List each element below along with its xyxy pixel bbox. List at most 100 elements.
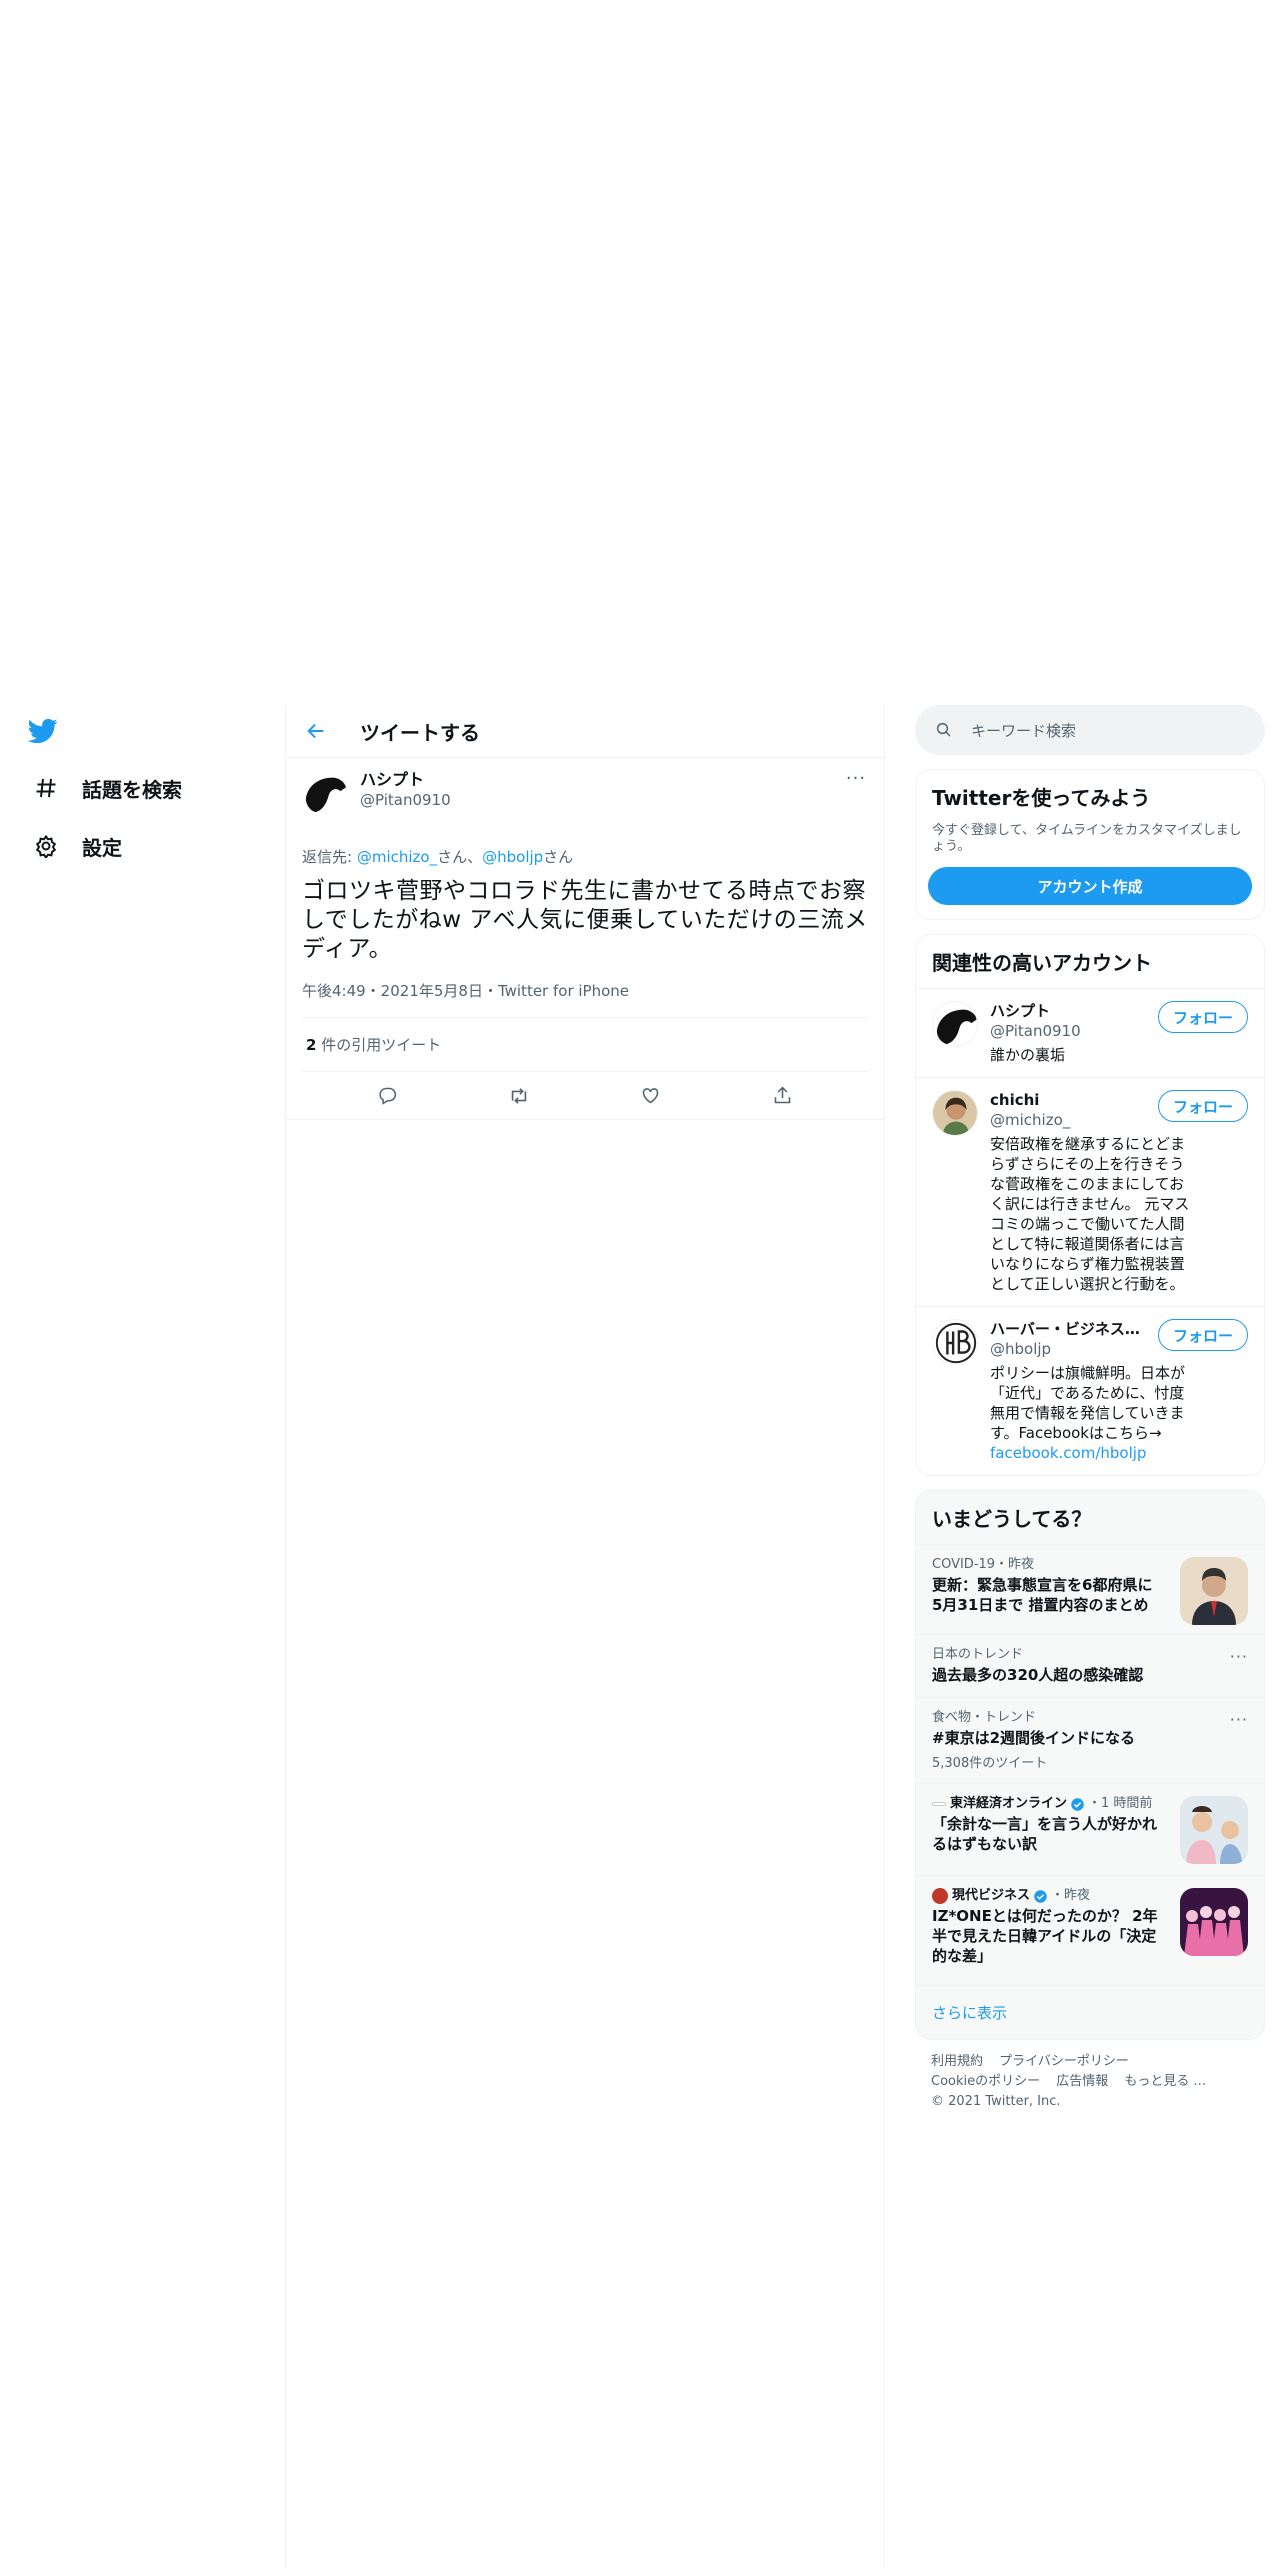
mention-link[interactable]: @michizo_ [357, 848, 437, 866]
toyokeizai-logo-icon [932, 1802, 946, 1806]
page: 話題を検索 設定 ツイートする ハシプト @Pitan0910 ··· 返信先:… [0, 0, 1284, 2568]
search-input[interactable]: キーワード検索 [915, 705, 1265, 755]
account-bio: 安倍政権を継承するにとどまらずさらにその上を行きそうな菅政権をこのままにしておく… [990, 1135, 1190, 1293]
bio-link[interactable]: facebook.com/hboljp [990, 1444, 1146, 1462]
reply-button[interactable] [370, 1078, 406, 1114]
column-header: ツイートする [286, 705, 884, 758]
avatar[interactable] [932, 1090, 978, 1136]
twitter-logo-icon[interactable] [27, 716, 64, 752]
footer-link-more[interactable]: もっと見る ... [1124, 2074, 1206, 2089]
author-handle[interactable]: @Pitan0910 [360, 790, 451, 810]
nav-settings[interactable]: 設定 [32, 822, 122, 870]
account-name: chichi [990, 1091, 1040, 1109]
trend-thumbnail [1180, 1796, 1248, 1864]
follow-button[interactable]: フォロー [1158, 1001, 1248, 1033]
avatar[interactable] [932, 1001, 978, 1047]
follow-button[interactable]: フォロー [1158, 1090, 1248, 1122]
account-bio: ポリシーは旗幟鮮明。日本が「近代」であるために、忖度無用で情報を発信していきます… [990, 1363, 1190, 1463]
tweet-header: ハシプト @Pitan0910 ··· [302, 770, 868, 828]
more-options-icon[interactable]: ··· [1230, 1647, 1248, 1666]
footer: 利用規約 プライバシーポリシー Cookieのポリシー 広告情報 もっと見る .… [915, 2040, 1265, 2124]
mention-link[interactable]: @hboljp [482, 848, 543, 866]
more-options-icon[interactable]: ··· [844, 770, 868, 794]
search-placeholder: キーワード検索 [971, 721, 1077, 740]
footer-link-ads[interactable]: 広告情報 [1056, 2074, 1108, 2089]
retweet-button[interactable] [501, 1078, 537, 1114]
create-account-button[interactable]: アカウント作成 [928, 867, 1252, 905]
copyright: © 2021 Twitter, Inc. [931, 2094, 1061, 2109]
back-button[interactable] [298, 713, 334, 749]
more-options-icon[interactable]: ··· [1230, 1710, 1248, 1729]
relevant-title: 関連性の高いアカウント [932, 951, 1152, 975]
trend-tweet-count: 5,308件のツイート [932, 1756, 1048, 1771]
footer-link-privacy[interactable]: プライバシーポリシー [999, 2054, 1129, 2069]
trend-item[interactable]: COVID-19・昨夜 更新：緊急事態宣言を6都府県に5月31日まで 措置内容の… [916, 1544, 1264, 1634]
nav-explore[interactable]: 話題を検索 [32, 764, 182, 812]
trend-source: 東洋経済オンライン [950, 1796, 1068, 1811]
footer-link-terms[interactable]: 利用規約 [931, 2054, 983, 2069]
relevant-accounts-card: 関連性の高いアカウント ハシプト @Pitan0910 誰かの裏垢 フォロー c… [915, 934, 1265, 1476]
avatar[interactable] [932, 1319, 978, 1365]
tweet-timestamp[interactable]: 午後4:49・2021年5月8日・Twitter for iPhone [302, 980, 868, 1018]
trend-item[interactable]: 食べ物・トレンド #東京は2週間後インドになる 5,308件のツイート ··· [916, 1697, 1264, 1783]
reply-separator: さん [543, 848, 574, 866]
reply-prefix: 返信先: [302, 848, 357, 866]
hashtag-icon [32, 774, 60, 802]
gendai-logo-icon [932, 1888, 948, 1904]
retweet-icon [512, 1087, 527, 1104]
arrow-left-icon [307, 723, 324, 739]
reply-to: 返信先: @michizo_さん、@hboljpさん [302, 846, 868, 867]
main-column: ツイートする ハシプト @Pitan0910 ··· 返信先: @michizo… [285, 705, 885, 2568]
trend-title: 「余計な一言」を言う人が好かれるはずもない訳 [932, 1815, 1158, 1853]
trend-title: #東京は2週間後インドになる [932, 1729, 1136, 1747]
tweet-actions [286, 1072, 884, 1120]
trend-meta: 食べ物・トレンド [932, 1710, 1037, 1725]
account-bio-text: ポリシーは旗幟鮮明。日本が「近代」であるために、忖度無用で情報を発信していきます… [990, 1364, 1186, 1442]
trend-item[interactable]: 日本のトレンド 過去最多の320人超の感染確認 ··· [916, 1634, 1264, 1697]
share-button[interactable] [764, 1078, 800, 1114]
author-name[interactable]: ハシプト [360, 770, 451, 790]
like-button[interactable] [633, 1078, 669, 1114]
trend-item[interactable]: 現代ビジネス ・昨夜 IZ*ONEとは何だったのか？ 2年半で見えた日韓アイドル… [916, 1875, 1264, 1985]
sidebar-right: キーワード検索 Twitterを使ってみよう 今すぐ登録して、タイムラインをカス… [915, 705, 1265, 2124]
trend-thumbnail [1180, 1557, 1248, 1625]
account-item[interactable]: chichi @michizo_ 安倍政権を継承するにとどまらずさらにその上を行… [916, 1077, 1264, 1306]
gear-icon [32, 832, 60, 860]
trend-meta: 日本のトレンド [932, 1647, 1024, 1662]
quote-tweets-link[interactable]: 2 件の引用ツイート [302, 1018, 868, 1072]
account-item[interactable]: ハーバー・ビジネス・オンライン @hboljp ポリシーは旗幟鮮明。日本が「近代… [916, 1306, 1264, 1475]
trend-source: 現代ビジネス [952, 1888, 1031, 1903]
page-title: ツイートする [360, 720, 480, 745]
trend-title: 更新：緊急事態宣言を6都府県に5月31日まで 措置内容のまとめ [932, 1576, 1153, 1614]
heart-icon [642, 1088, 659, 1104]
search-icon [936, 722, 951, 737]
quote-label: 件の引用ツイート [316, 1036, 442, 1054]
nav-explore-label: 話題を検索 [82, 777, 182, 802]
trend-time: ・昨夜 [1051, 1888, 1091, 1903]
trends-card: いまどうしてる？ COVID-19・昨夜 更新：緊急事態宣言を6都府県に5月31… [915, 1490, 1265, 2040]
trend-title: IZ*ONEとは何だったのか？ 2年半で見えた日韓アイドルの「決定的な差」 [932, 1907, 1158, 1965]
tweet: ハシプト @Pitan0910 ··· 返信先: @michizo_さん、@hb… [286, 758, 884, 1120]
avatar[interactable] [302, 770, 348, 816]
verified-badge-icon [1071, 1797, 1084, 1811]
show-more-link[interactable]: さらに表示 [916, 1985, 1264, 2039]
reply-separator: さん、 [437, 848, 483, 866]
signup-description: 今すぐ登録して、タイムラインをカスタマイズしましょう。 [932, 823, 1242, 854]
tweet-author: ハシプト @Pitan0910 [360, 770, 451, 810]
verified-badge-icon [1034, 1889, 1047, 1903]
trend-time: ・1 時間前 [1088, 1796, 1153, 1811]
account-item[interactable]: ハシプト @Pitan0910 誰かの裏垢 フォロー [916, 988, 1264, 1077]
quote-count: 2 [306, 1036, 317, 1054]
signup-title: Twitterを使ってみよう [932, 786, 1151, 810]
signup-card: Twitterを使ってみよう 今すぐ登録して、タイムラインをカスタマイズしましょ… [915, 769, 1265, 920]
footer-link-cookies[interactable]: Cookieのポリシー [931, 2074, 1040, 2089]
tweet-text: ゴロツキ菅野やコロラド先生に書かせてる時点でお察しでしたがねw アベ人気に便乗し… [302, 878, 868, 962]
trend-thumbnail [1180, 1888, 1248, 1956]
trend-item[interactable]: 東洋経済オンライン ・1 時間前 「余計な一言」を言う人が好かれるはずもない訳 [916, 1783, 1264, 1875]
reply-icon [379, 1087, 397, 1105]
trend-title: 過去最多の320人超の感染確認 [932, 1666, 1144, 1684]
share-icon [774, 1086, 791, 1104]
account-name: ハーバー・ビジネス・オンライン [990, 1320, 1140, 1338]
trends-title: いまどうしてる？ [932, 1507, 1092, 1531]
follow-button[interactable]: フォロー [1158, 1319, 1248, 1351]
